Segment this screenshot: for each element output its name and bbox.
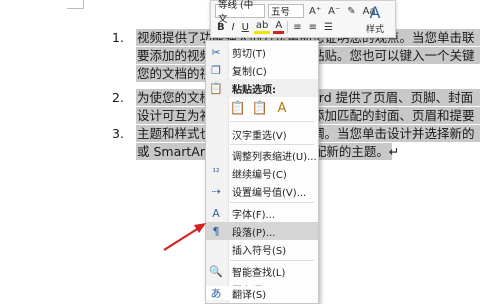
annotation-arrow-icon xyxy=(163,223,206,251)
